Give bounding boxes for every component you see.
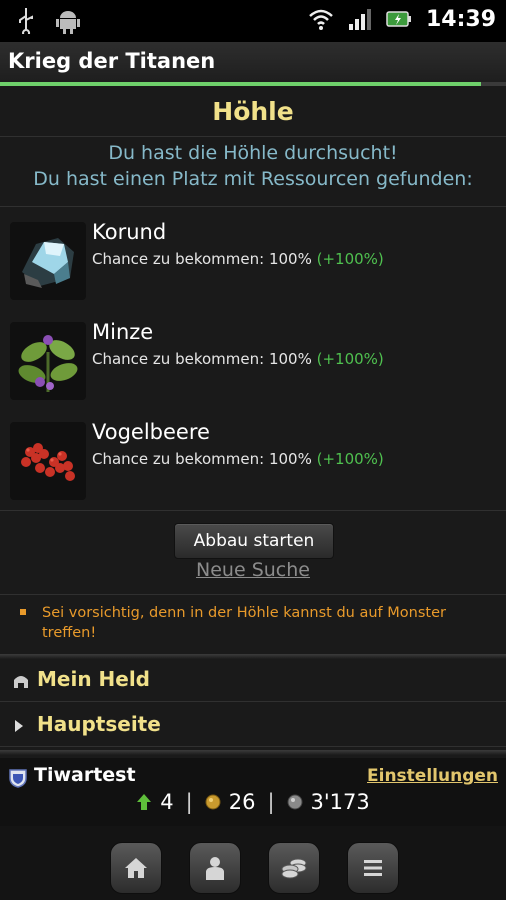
chance-label: Chance zu bekommen: (92, 250, 265, 268)
divider (0, 750, 506, 755)
settings-link[interactable]: Einstellungen (367, 766, 498, 786)
rowan-berries-icon (10, 422, 86, 500)
resource-name: Vogelbeere (92, 420, 210, 444)
resource-chance: Chance zu bekommen: 100% (+100%) (92, 250, 384, 268)
stats-separator: | (185, 790, 193, 814)
corundum-ore-icon (10, 222, 86, 300)
app-title: Krieg der Titanen (8, 49, 216, 73)
resource-chance: Chance zu bekommen: 100% (+100%) (92, 350, 384, 368)
start-mining-button[interactable]: Abbau starten (174, 523, 334, 559)
chance-value: 100% (268, 250, 312, 268)
player-silver: 3'173 (310, 790, 370, 814)
android-icon (56, 11, 80, 34)
message-line: Du hast einen Platz mit Ressourcen gefun… (33, 168, 473, 190)
silver-coin-icon (287, 794, 303, 810)
chance-label: Chance zu bekommen: (92, 350, 265, 368)
nav-item-mein-held[interactable]: Mein Held (0, 659, 506, 702)
level-up-arrow-icon (137, 794, 152, 810)
shield-icon (9, 769, 27, 788)
battery-icon (386, 11, 411, 27)
status-bar: 14:39 (0, 0, 506, 42)
page-title: Höhle (0, 86, 506, 137)
stats-separator: | (267, 790, 275, 814)
resource-name: Minze (92, 320, 154, 344)
new-search-link[interactable]: Neue Suche (0, 559, 506, 581)
resources-button[interactable] (268, 842, 320, 894)
player-gold: 26 (228, 790, 256, 814)
resource-item-vogelbeere: Vogelbeere Chance zu bekommen: 100% (+10… (0, 410, 506, 510)
monster-warning: Sei vorsichtig, denn in der Höhle kannst… (0, 594, 506, 651)
player-stats: 4 | 26 | 3'173 (0, 790, 506, 814)
home-button[interactable] (110, 842, 162, 894)
chance-label: Chance zu bekommen: (92, 450, 265, 468)
resource-item-korund: Korund Chance zu bekommen: 100% (+100%) (0, 210, 506, 310)
hero-button[interactable] (189, 842, 241, 894)
nav-label: Hauptseite (37, 712, 161, 736)
player-level: 4 (160, 790, 174, 814)
chance-bonus: (+100%) (316, 450, 384, 468)
chance-bonus: (+100%) (316, 350, 384, 368)
signal-icon (348, 9, 371, 30)
list-icon (364, 860, 382, 876)
warning-bullet-icon (20, 609, 26, 615)
wifi-icon (309, 9, 333, 30)
resource-chance: Chance zu bekommen: 100% (+100%) (92, 450, 384, 468)
chance-bonus: (+100%) (316, 250, 384, 268)
chance-value: 100% (268, 450, 312, 468)
coins-icon (281, 858, 307, 879)
usb-icon (19, 8, 33, 34)
player-name: Tiwartest (34, 764, 136, 786)
warning-text: Sei vorsichtig, denn in der Höhle kannst… (42, 605, 446, 641)
resource-name: Korund (92, 220, 167, 244)
resource-item-minze: Minze Chance zu bekommen: 100% (+100%) (0, 310, 506, 410)
mint-leaves-icon (10, 322, 86, 400)
hero-icon (206, 857, 224, 880)
hero-helmet-icon (14, 676, 28, 688)
clock: 14:39 (425, 6, 496, 32)
player-footer: Tiwartest Einstellungen 4 | 26 | 3'173 (0, 758, 506, 826)
gold-coin-icon (205, 794, 221, 810)
arrow-right-icon (15, 720, 23, 732)
message-line: Du hast die Höhle durchsucht! (108, 142, 398, 164)
app-bar: Krieg der Titanen (0, 42, 506, 82)
chance-value: 100% (268, 350, 312, 368)
search-result-message: Du hast die Höhle durchsucht! Du hast ei… (0, 140, 506, 207)
home-icon (125, 858, 147, 878)
nav-item-hauptseite[interactable]: Hauptseite (0, 704, 506, 747)
bottom-navigation (0, 826, 506, 900)
nav-label: Mein Held (37, 667, 150, 691)
menu-button[interactable] (347, 842, 399, 894)
actions-panel: Abbau starten Neue Suche (0, 510, 506, 591)
